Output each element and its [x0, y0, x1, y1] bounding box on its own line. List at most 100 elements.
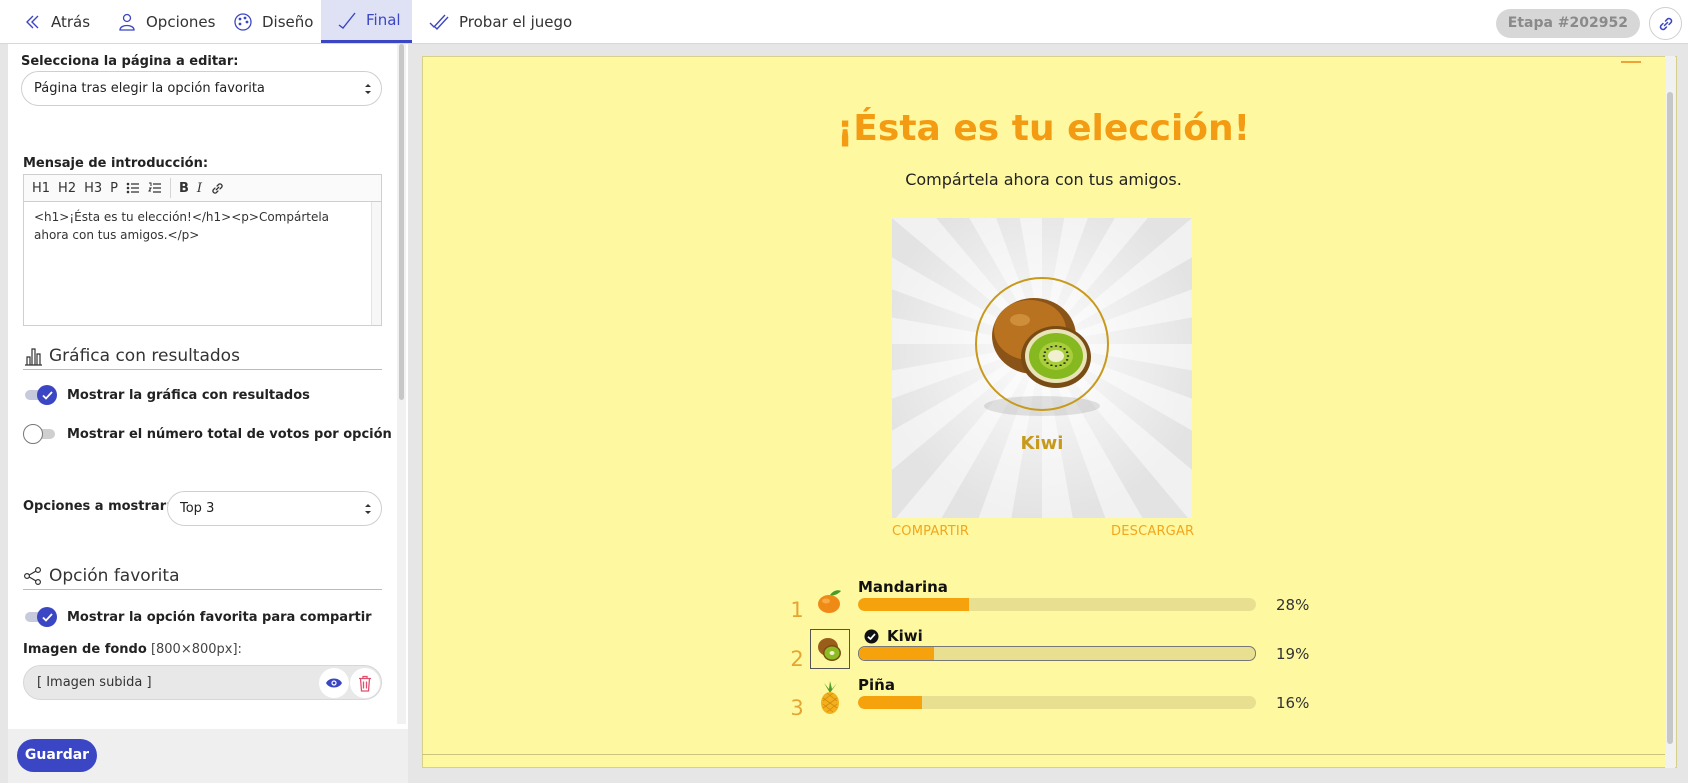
pineapple-icon [821, 681, 839, 714]
toolbar-separator [169, 178, 171, 198]
bg-image-field[interactable]: [ Imagen subida ] [23, 665, 382, 700]
show-votes-toggle[interactable] [23, 424, 57, 444]
show-votes-row: Mostrar el número total de votos por opc… [23, 424, 392, 444]
copy-link-button[interactable] [1649, 7, 1682, 40]
paragraph-button[interactable]: P [106, 175, 122, 202]
delete-image-button[interactable] [350, 668, 380, 698]
tab-back-label: Atrás [51, 12, 91, 31]
result-name: Mandarina [858, 578, 948, 596]
result-percent: 19% [1276, 645, 1310, 663]
bg-image-hint: [800×800px]: [150, 642, 242, 657]
check-icon [41, 612, 53, 622]
bold-button[interactable]: B [175, 175, 193, 202]
tab-options[interactable]: Opciones [101, 0, 231, 43]
tab-final[interactable]: Final [321, 0, 412, 43]
preview-headline: ¡Ésta es tu elección! [836, 108, 1251, 149]
favorite-section-title: Opción favorita [49, 565, 180, 586]
result-name-text: Kiwi [887, 627, 923, 645]
result-rank: 2 [790, 647, 804, 671]
show-favorite-toggle[interactable] [23, 607, 57, 627]
tab-options-label: Opciones [146, 12, 216, 31]
fruit-thumb [810, 678, 850, 718]
bg-image-label-row: Imagen de fondo [800×800px]: [23, 642, 242, 657]
show-favorite-label: Mostrar la opción favorita para comparti… [67, 609, 372, 625]
trash-icon [359, 675, 371, 692]
options-to-show-label: Opciones a mostrar: [23, 499, 172, 514]
h3-button[interactable]: H3 [80, 175, 106, 202]
check-icon [338, 12, 356, 29]
favorite-name: Kiwi [1020, 433, 1064, 454]
italic-button[interactable]: I [193, 175, 206, 202]
check-circle-icon [864, 629, 879, 643]
bg-image-value: [ Imagen subida ] [37, 675, 152, 690]
show-chart-row: Mostrar la gráfica con resultados [23, 385, 310, 405]
check-icon [41, 390, 53, 400]
favorite-card [892, 218, 1192, 518]
user-icon [119, 13, 135, 31]
result-bar [858, 646, 1256, 661]
page-select-value: Página tras elegir la opción favorita [34, 81, 265, 96]
fruit-thumb [810, 580, 850, 620]
result-bar-fill [858, 696, 922, 709]
link-icon [1659, 17, 1672, 30]
options-to-show-select[interactable]: Top 3 [167, 491, 382, 526]
tab-test-game[interactable]: Probar el juego [412, 0, 588, 43]
editor-scrollbar[interactable] [371, 202, 381, 325]
result-row-selected: 2 Kiwi 19% [784, 627, 1324, 673]
select-arrows-icon [365, 504, 371, 514]
preview-divider [422, 754, 1665, 755]
bg-image-label: Imagen de fondo [23, 642, 147, 657]
bullet-list-icon [126, 182, 139, 194]
numbered-list-button[interactable] [144, 175, 166, 202]
share-button[interactable]: COMPARTIR [892, 524, 969, 539]
stage-badge: Etapa #202952 [1495, 9, 1640, 38]
result-rank: 3 [790, 696, 804, 720]
bullet-list-button[interactable] [122, 175, 144, 202]
save-button[interactable]: Guardar [17, 739, 97, 772]
h2-button[interactable]: H2 [54, 175, 80, 202]
preview-scrollbar[interactable] [1665, 56, 1675, 768]
result-row: 1 Mandarina 28% [784, 578, 1324, 624]
eye-icon [326, 678, 342, 688]
result-name: Kiwi [864, 627, 923, 645]
intro-label: Mensaje de introducción: [23, 156, 209, 171]
show-votes-label: Mostrar el número total de votos por opc… [67, 426, 392, 442]
page-select[interactable]: Página tras elegir la opción favorita [21, 71, 382, 106]
result-name-text: Piña [858, 676, 895, 694]
result-rank: 1 [790, 598, 804, 622]
tab-final-label: Final [366, 11, 401, 29]
save-bar: Guardar [8, 729, 408, 783]
tab-test-label: Probar el juego [459, 12, 573, 31]
result-bar-fill [859, 647, 935, 660]
kiwi-icon [818, 638, 841, 661]
preview-subline: Compártela ahora con tus amigos. [905, 170, 1182, 189]
tab-design-label: Diseño [262, 12, 314, 31]
sunburst-background [892, 218, 1192, 518]
double-check-icon [429, 14, 449, 30]
h1-button[interactable]: H1 [28, 175, 54, 202]
result-row: 3 Piña 16% [784, 676, 1324, 722]
result-name: Piña [858, 676, 895, 694]
result-name-text: Mandarina [858, 578, 948, 596]
show-favorite-row: Mostrar la opción favorita para comparti… [23, 607, 372, 627]
top-toolbar: Atrás Opciones Diseño Final Probar el ju… [0, 0, 1688, 44]
share-icon [23, 566, 42, 585]
settings-scrollbar[interactable] [397, 44, 406, 724]
intro-editor[interactable]: H1 H2 H3 P B I <h1>¡Ésta es tu elección!… [23, 174, 382, 326]
result-bar [858, 696, 1256, 709]
palette-icon [234, 12, 252, 31]
fruit-thumb [810, 629, 850, 669]
tab-design[interactable]: Diseño [217, 0, 329, 43]
result-bar-fill [858, 598, 970, 611]
menu-icon[interactable] [1621, 61, 1641, 63]
results-section-title: Gráfica con resultados [49, 345, 240, 366]
bar-chart-icon [25, 347, 42, 366]
insert-link-button[interactable] [206, 175, 229, 202]
tab-back[interactable]: Atrás [8, 0, 106, 43]
result-bar [858, 598, 1256, 611]
intro-editor-text[interactable]: <h1>¡Ésta es tu elección!</h1><p>Compárt… [24, 202, 364, 250]
show-chart-toggle[interactable] [23, 385, 57, 405]
download-button[interactable]: DESCARGAR [1111, 524, 1194, 539]
preview-image-button[interactable] [319, 668, 349, 698]
results-section-header: Gráfica con resultados [23, 342, 382, 370]
